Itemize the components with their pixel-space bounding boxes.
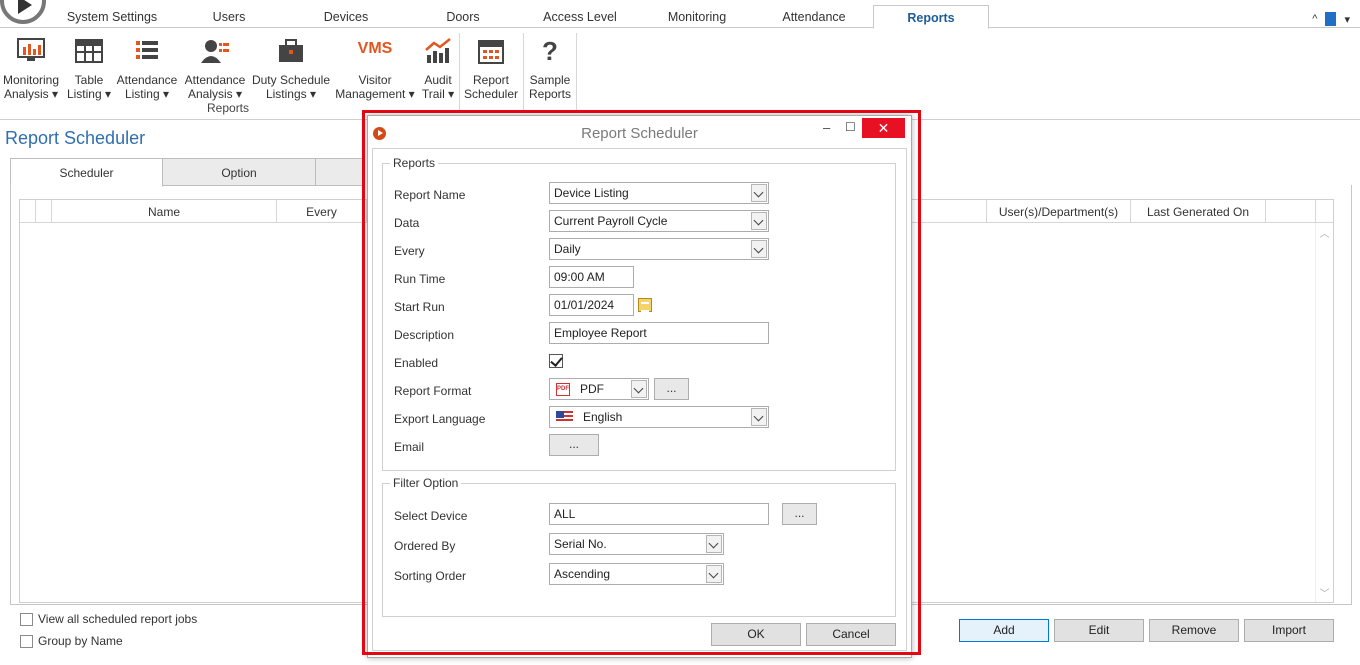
edit-button[interactable]: Edit <box>1054 619 1144 642</box>
list-icon <box>131 35 163 67</box>
collapse-ribbon-icon[interactable]: ^ <box>1312 13 1317 25</box>
tab-placeholder <box>315 158 365 186</box>
briefcase-icon <box>275 35 307 67</box>
ribbon-label-line2: Listing ▾ <box>124 87 170 101</box>
monitoring-analysis-button[interactable]: Monitoring Analysis ▾ <box>0 35 62 101</box>
audit-chart-icon <box>422 35 454 67</box>
grid-vertical-scrollbar[interactable]: ︿ ﹀ <box>1315 223 1333 602</box>
ribbon-separator <box>459 33 460 113</box>
tab-option[interactable]: Option <box>162 158 316 186</box>
column-users-departments[interactable]: User(s)/Department(s) <box>986 200 1131 223</box>
page-title: Report Scheduler <box>5 128 146 148</box>
attendance-listing-button[interactable]: Attendance Listing ▾ <box>115 35 179 101</box>
ribbon-label-line2: Listing ▾ <box>66 87 112 101</box>
remove-button[interactable]: Remove <box>1149 619 1239 642</box>
ribbon-label-line1: Report <box>472 73 510 87</box>
group-by-name-checkbox-row[interactable]: Group by Name <box>20 634 123 648</box>
grid-indicator-column <box>20 200 36 223</box>
ribbon-label-line1: Table <box>74 73 104 87</box>
ribbon-label-line1: Attendance <box>184 73 246 87</box>
ribbon-label-line1: Visitor <box>358 73 392 87</box>
sample-reports-button[interactable]: ? Sample Reports <box>526 35 574 101</box>
import-button[interactable]: Import <box>1244 619 1334 642</box>
add-button[interactable]: Add <box>959 619 1049 642</box>
audit-trail-button[interactable]: Audit Trail ▾ <box>419 35 457 101</box>
tab-users[interactable]: Users <box>190 5 268 28</box>
more-options-icon[interactable]: ▾ <box>1344 13 1350 26</box>
table-icon <box>73 35 105 67</box>
tab-scheduler[interactable]: Scheduler <box>10 158 163 187</box>
dialog-highlight-frame <box>362 110 921 655</box>
tab-access-level[interactable]: Access Level <box>534 5 626 28</box>
duty-schedule-listings-button[interactable]: Duty Schedule Listings ▾ <box>251 35 331 101</box>
ribbon-group-label: Reports <box>207 101 250 115</box>
ribbon-label-line1: Attendance <box>116 73 178 87</box>
ribbon-label-line1: Monitoring <box>2 73 60 87</box>
view-all-jobs-checkbox[interactable] <box>20 612 33 626</box>
scroll-up-icon[interactable]: ︿ <box>1316 225 1333 240</box>
ribbon-label-line2: Scheduler <box>463 87 519 101</box>
ribbon-separator <box>523 33 524 113</box>
tab-doors[interactable]: Doors <box>428 5 498 28</box>
office-icon[interactable] <box>1325 12 1337 26</box>
ribbon-label-line2: Management ▾ <box>335 87 415 101</box>
tab-monitoring[interactable]: Monitoring <box>656 5 738 28</box>
ribbon-separator <box>576 33 577 113</box>
tab-attendance[interactable]: Attendance <box>770 5 858 28</box>
column-name[interactable]: Name <box>52 200 277 223</box>
column-last-generated-on[interactable]: Last Generated On <box>1131 200 1266 223</box>
monitoring-chart-icon <box>15 35 47 67</box>
person-analysis-icon <box>199 35 231 67</box>
menu-right-controls: ^ ▾ <box>1312 12 1350 26</box>
column-every[interactable]: Every <box>277 200 367 223</box>
ribbon-label-line2: Listings ▾ <box>265 87 317 101</box>
group-by-name-label: Group by Name <box>38 634 123 648</box>
table-listing-button[interactable]: Table Listing ▾ <box>66 35 112 101</box>
ribbon: Monitoring Analysis ▾ Table Listing ▾ At… <box>0 29 1360 120</box>
attendance-analysis-button[interactable]: Attendance Analysis ▾ <box>183 35 247 101</box>
tab-system-settings[interactable]: System Settings <box>58 5 166 28</box>
grid-select-column <box>36 200 52 223</box>
visitor-management-button[interactable]: VMS Visitor Management ▾ <box>334 35 416 101</box>
tab-reports[interactable]: Reports <box>873 5 989 29</box>
vms-logo-text: VMS <box>357 40 393 57</box>
grid-extra-column <box>1266 200 1316 223</box>
ribbon-label-line2: Trail ▾ <box>421 87 455 101</box>
help-icon: ? <box>534 35 566 67</box>
group-by-name-checkbox[interactable] <box>20 634 33 648</box>
calendar-icon <box>475 35 507 67</box>
vms-icon: VMS <box>355 35 395 67</box>
scroll-down-icon[interactable]: ﹀ <box>1316 585 1333 600</box>
ribbon-label-line1: Sample <box>529 73 571 87</box>
ribbon-label-line1: Audit <box>424 73 452 87</box>
ribbon-label-line1: Duty Schedule <box>251 73 331 87</box>
ribbon-label-line2: Analysis ▾ <box>187 87 243 101</box>
tab-devices[interactable]: Devices <box>306 5 386 28</box>
view-all-jobs-label: View all scheduled report jobs <box>38 612 198 626</box>
main-menu-bar: System Settings Users Devices Doors Acce… <box>0 5 1360 29</box>
view-all-jobs-checkbox-row[interactable]: View all scheduled report jobs <box>20 612 197 626</box>
report-scheduler-button[interactable]: Report Scheduler <box>463 35 519 101</box>
help-glyph: ? <box>542 36 558 66</box>
ribbon-label-line2: Reports <box>528 87 572 101</box>
ribbon-label-line2: Analysis ▾ <box>3 87 59 101</box>
